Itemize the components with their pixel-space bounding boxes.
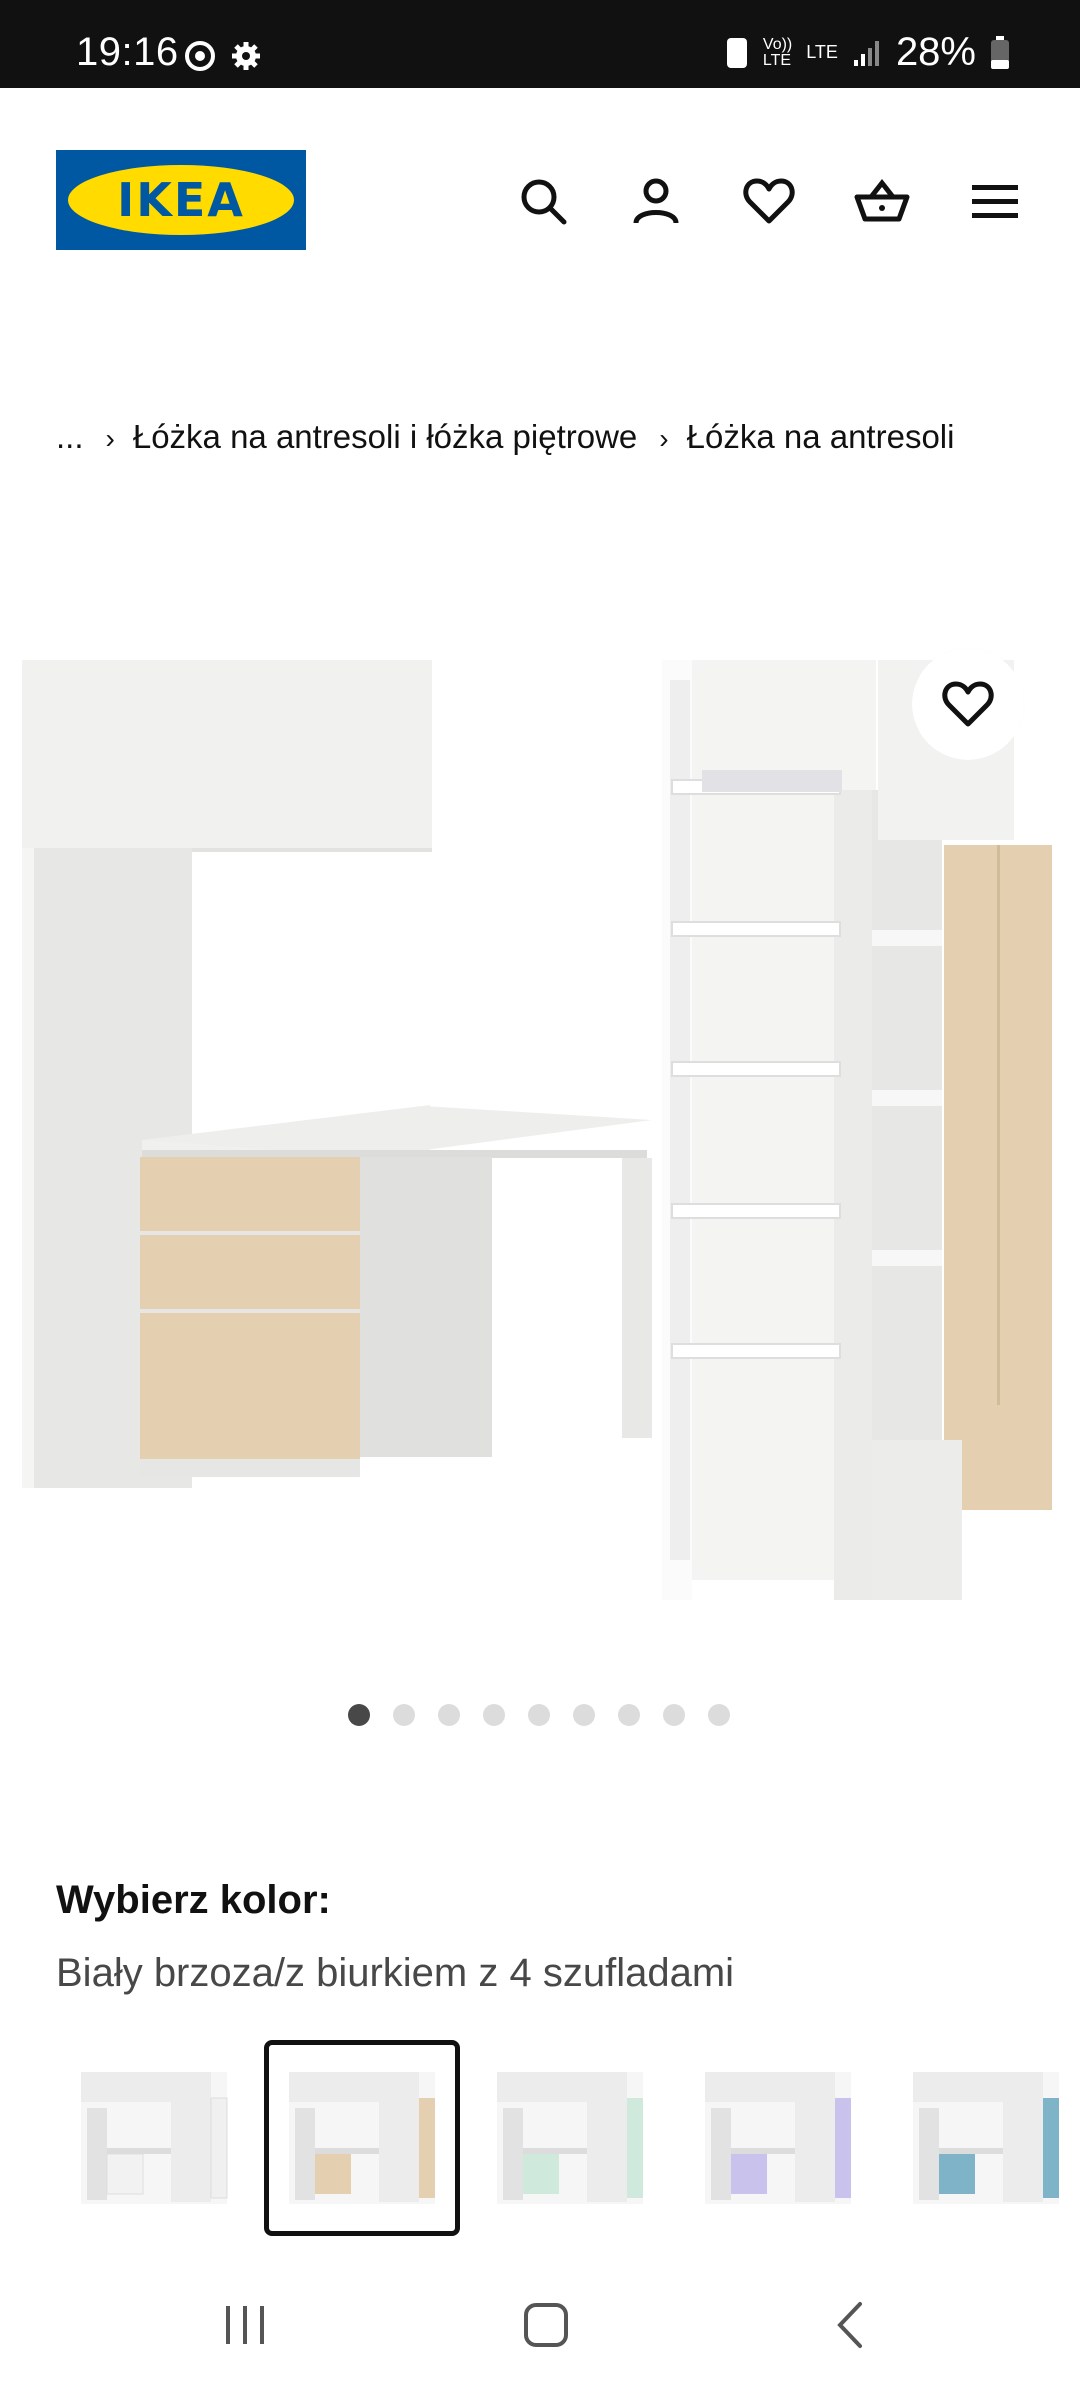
color-swatch-white-mint[interactable] — [472, 2040, 668, 2236]
account-icon — [633, 178, 679, 224]
pagination-dot[interactable] — [393, 1704, 415, 1726]
swatch-thumbnail — [497, 2072, 643, 2204]
pagination-dot[interactable] — [438, 1704, 460, 1726]
product-image[interactable] — [22, 660, 1054, 1620]
home-button[interactable] — [506, 2290, 586, 2360]
menu-button[interactable] — [966, 172, 1024, 230]
basket-icon — [854, 178, 910, 222]
pagination-dot[interactable] — [348, 1704, 370, 1726]
recent-apps-button[interactable] — [205, 2290, 285, 2360]
breadcrumb: ... › Łóżka na antresoli i łóżka piętrowe ›… — [56, 406, 996, 470]
swatch-thumbnail — [81, 2072, 228, 2204]
swatch-thumbnail — [705, 2072, 851, 2204]
logo-text: IKEA — [117, 173, 245, 227]
hamburger-menu-icon — [972, 185, 1018, 218]
wishlist-button[interactable] — [740, 172, 798, 230]
back-button[interactable] — [810, 2290, 890, 2360]
add-to-wishlist-button[interactable] — [912, 648, 1024, 760]
data-saver-icon — [726, 37, 747, 68]
status-time: 19:16 — [76, 30, 179, 74]
loft-bed-illustration — [22, 660, 1054, 1600]
heart-icon — [942, 681, 994, 727]
chevron-right-icon: › — [659, 423, 669, 454]
search-icon — [521, 179, 567, 225]
settings-gear-icon — [232, 42, 260, 70]
network-type: LTE — [806, 42, 838, 62]
pagination-dot[interactable] — [483, 1704, 505, 1726]
home-icon — [524, 2303, 568, 2347]
color-heading: Wybierz kolor: — [56, 1878, 331, 1922]
breadcrumb-item-loft-and-bunk-beds[interactable]: Łóżka na antresoli i łóżka piętrowe — [133, 418, 637, 455]
color-swatch-white-blue[interactable] — [888, 2040, 1080, 2236]
recent-apps-icon — [226, 2306, 264, 2344]
pagination-dot[interactable] — [663, 1704, 685, 1726]
breadcrumb-ellipsis[interactable]: ... — [56, 418, 84, 455]
pagination-dot[interactable] — [528, 1704, 550, 1726]
ikea-logo[interactable]: IKEA — [56, 150, 306, 250]
cart-button[interactable] — [853, 172, 911, 230]
pagination-dot[interactable] — [708, 1704, 730, 1726]
volte-icon: Vo)) LTE — [762, 35, 793, 69]
back-icon — [837, 2302, 862, 2348]
pagination-dot[interactable] — [618, 1704, 640, 1726]
heart-icon — [743, 178, 795, 224]
battery-percentage: 28% — [895, 30, 976, 74]
search-button[interactable] — [514, 172, 572, 230]
status-bar: 19:16 Vo)) LTE LTE 28% — [0, 0, 1080, 88]
color-swatch-white[interactable] — [56, 2040, 252, 2236]
pagination-dot[interactable] — [573, 1704, 595, 1726]
color-swatch-list — [56, 2040, 1080, 2240]
swatch-thumbnail — [289, 2072, 435, 2204]
battery-icon — [991, 35, 1009, 69]
chevron-right-icon: › — [105, 423, 115, 454]
selected-color-value: Biały brzoza/z biurkiem z 4 szufladami — [56, 1951, 735, 1995]
breadcrumb-item-loft-beds[interactable]: Łóżka na antresoli — [687, 418, 955, 455]
system-navigation-bar — [0, 2250, 1080, 2400]
site-header: IKEA — [0, 88, 1080, 314]
account-button[interactable] — [627, 172, 685, 230]
image-pagination — [348, 1704, 730, 1726]
color-swatch-white-lilac[interactable] — [680, 2040, 876, 2236]
chrome-icon — [185, 41, 215, 71]
color-swatch-white-birch[interactable] — [264, 2040, 460, 2236]
swatch-thumbnail — [913, 2072, 1059, 2204]
signal-icon — [853, 40, 879, 66]
